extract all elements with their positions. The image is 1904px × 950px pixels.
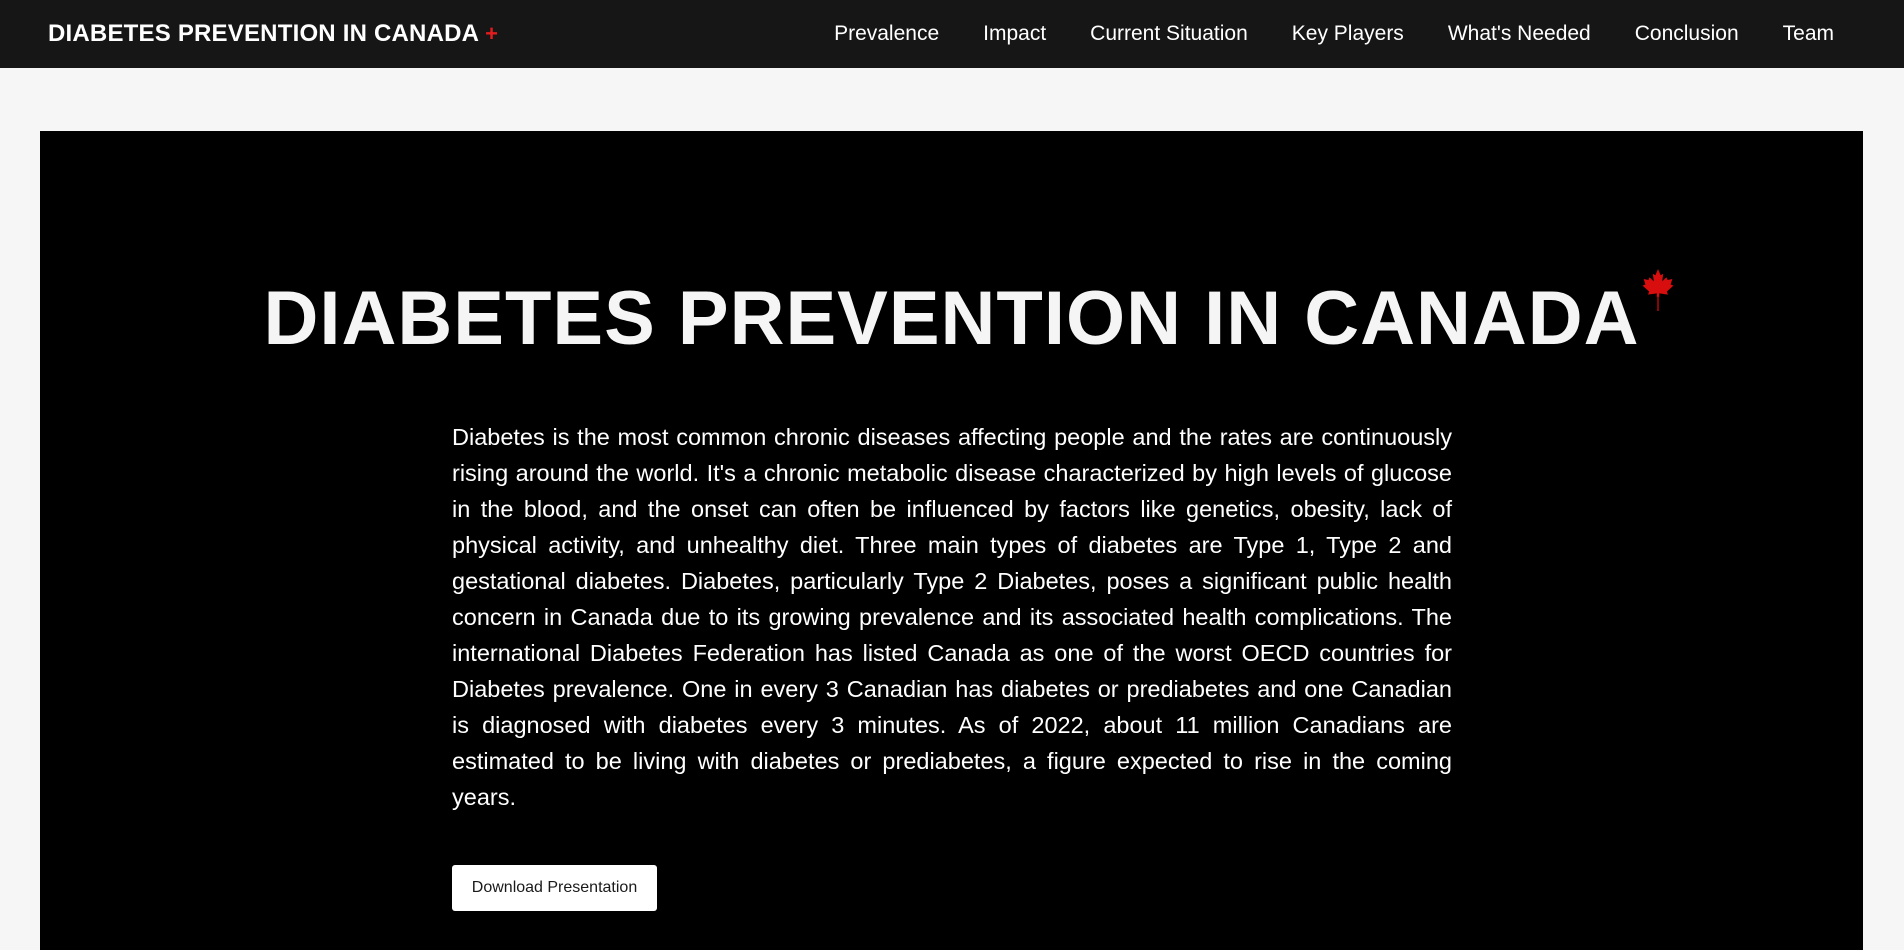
nav-link-key-players[interactable]: Key Players	[1292, 22, 1404, 46]
hero-section: DIABETES PREVENTION IN CANADA Diabetes i…	[40, 131, 1863, 950]
hero-title-wrapper: DIABETES PREVENTION IN CANADA	[40, 269, 1863, 357]
download-presentation-button[interactable]: Download Presentation	[452, 865, 657, 911]
hero-intro-paragraph: Diabetes is the most common chronic dise…	[452, 424, 1452, 810]
nav-link-current-situation[interactable]: Current Situation	[1090, 22, 1248, 46]
nav-link-whats-needed[interactable]: What's Needed	[1448, 22, 1591, 46]
maple-leaf-icon	[1642, 269, 1673, 311]
hero-title-text: DIABETES PREVENTION IN CANADA	[263, 276, 1640, 361]
nav-links: Prevalence Impact Current Situation Key …	[834, 22, 1856, 46]
nav-link-prevalence[interactable]: Prevalence	[834, 22, 939, 46]
nav-link-conclusion[interactable]: Conclusion	[1635, 22, 1739, 46]
site-brand[interactable]: DIABETES PREVENTION IN CANADA +	[48, 20, 498, 48]
medical-cross-icon: +	[485, 21, 499, 46]
brand-title: DIABETES PREVENTION IN CANADA	[48, 20, 480, 47]
top-navbar: DIABETES PREVENTION IN CANADA + Prevalen…	[0, 0, 1904, 68]
nav-link-team[interactable]: Team	[1783, 22, 1834, 46]
hero-title: DIABETES PREVENTION IN CANADA	[264, 269, 1673, 357]
nav-link-impact[interactable]: Impact	[983, 22, 1046, 46]
